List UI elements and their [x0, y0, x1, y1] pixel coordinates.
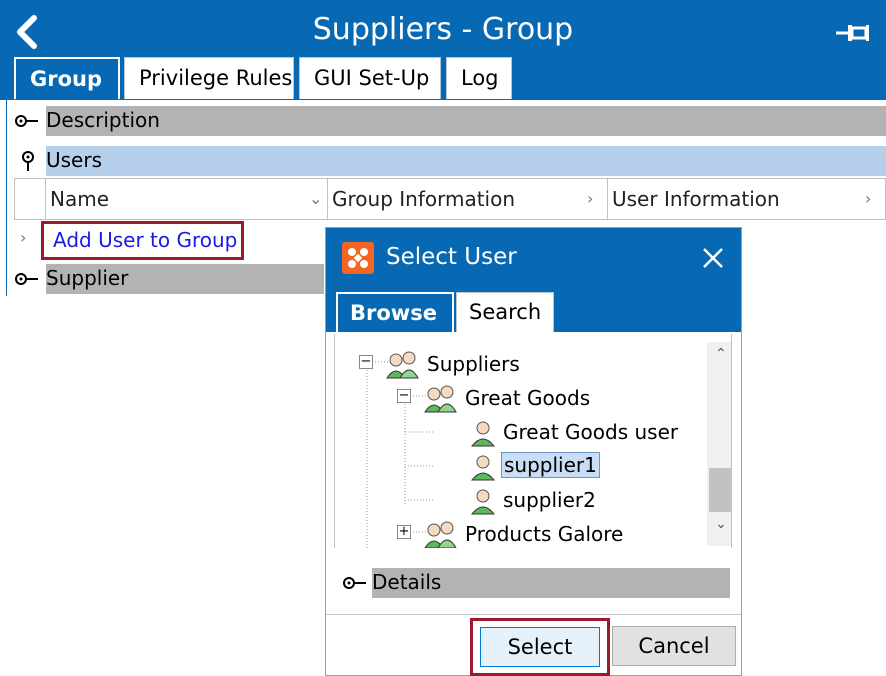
window-title: Suppliers - Group [312, 12, 574, 47]
dialog-title-bar: Select User [326, 228, 741, 290]
expanded-section-icon [22, 151, 34, 171]
dialog-divider [326, 614, 741, 615]
collapsed-section-icon [15, 273, 38, 285]
dialog-tabs: Browse Search [326, 290, 741, 332]
title-bar: Suppliers - Group Group Privilege Rules … [0, 0, 886, 100]
collapsed-section-icon [343, 577, 366, 589]
chevron-right-icon[interactable]: › [587, 189, 593, 208]
users-section[interactable]: Users [14, 146, 886, 176]
supplier-header: Supplier [46, 264, 324, 294]
column-user-information[interactable]: User Information [607, 179, 885, 219]
user-tree: − Suppliers − Great Goods Great Goods us… [334, 334, 732, 548]
tree-node-suppliers[interactable]: − Suppliers [359, 348, 559, 379]
tab-privilege-rules[interactable]: Privilege Rules [124, 57, 294, 99]
column-name[interactable]: Name [45, 179, 327, 219]
add-user-to-group-link[interactable]: Add User to Group [41, 221, 244, 260]
row-expand-icon[interactable]: › [20, 228, 26, 247]
user-icon [471, 421, 495, 447]
pin-icon[interactable] [834, 22, 872, 44]
user-group-icon [424, 385, 457, 413]
app-logo-icon [342, 242, 374, 274]
collapse-icon[interactable]: − [359, 355, 373, 369]
description-section[interactable]: Description [14, 106, 886, 136]
details-section[interactable]: Details [340, 568, 730, 600]
users-grid-header: Name ⌄ Group Information › User Informat… [14, 178, 886, 220]
user-icon [471, 489, 495, 515]
tree-node-supplier2[interactable]: supplier2 [437, 484, 637, 515]
tab-gui-set-up[interactable]: GUI Set-Up [299, 57, 441, 99]
chevron-down-icon[interactable]: ⌄ [309, 189, 322, 208]
tab-search[interactable]: Search [456, 292, 554, 332]
cancel-button[interactable]: Cancel [612, 626, 736, 666]
chevron-right-icon[interactable]: › [865, 189, 871, 208]
tree-node-supplier1[interactable]: supplier1 [437, 450, 637, 481]
user-group-icon [424, 521, 457, 548]
close-icon[interactable] [699, 244, 727, 272]
user-icon [471, 455, 495, 481]
scroll-up-icon[interactable]: ⌃ [707, 346, 731, 374]
tab-log[interactable]: Log [446, 57, 512, 99]
select-button[interactable]: Select [480, 627, 600, 667]
scroll-down-icon[interactable]: ⌄ [707, 516, 731, 544]
screen: Suppliers - Group Group Privilege Rules … [0, 0, 886, 676]
select-button-highlight: Select [470, 618, 610, 676]
dialog-title: Select User [386, 244, 517, 270]
description-header: Description [46, 106, 886, 136]
tree-node-great-goods-user[interactable]: Great Goods user [437, 416, 697, 447]
expand-icon[interactable]: + [397, 525, 411, 539]
details-header: Details [372, 568, 730, 598]
users-header: Users [46, 146, 886, 176]
tree-scrollbar[interactable]: ⌃ ⌄ [707, 342, 731, 546]
tab-group[interactable]: Group [14, 57, 120, 99]
tree-node-great-goods[interactable]: − Great Goods [397, 382, 617, 413]
select-user-dialog: Select User Browse Search − Suppliers − … [325, 227, 742, 676]
column-group-information[interactable]: Group Information [327, 179, 607, 219]
scroll-thumb[interactable] [709, 468, 731, 512]
user-group-icon [386, 351, 419, 379]
collapse-icon[interactable]: − [397, 389, 411, 403]
collapsed-section-icon [15, 115, 38, 127]
tab-browse[interactable]: Browse [336, 292, 454, 332]
tree-node-products-galore[interactable]: + Products Galore [397, 518, 657, 548]
